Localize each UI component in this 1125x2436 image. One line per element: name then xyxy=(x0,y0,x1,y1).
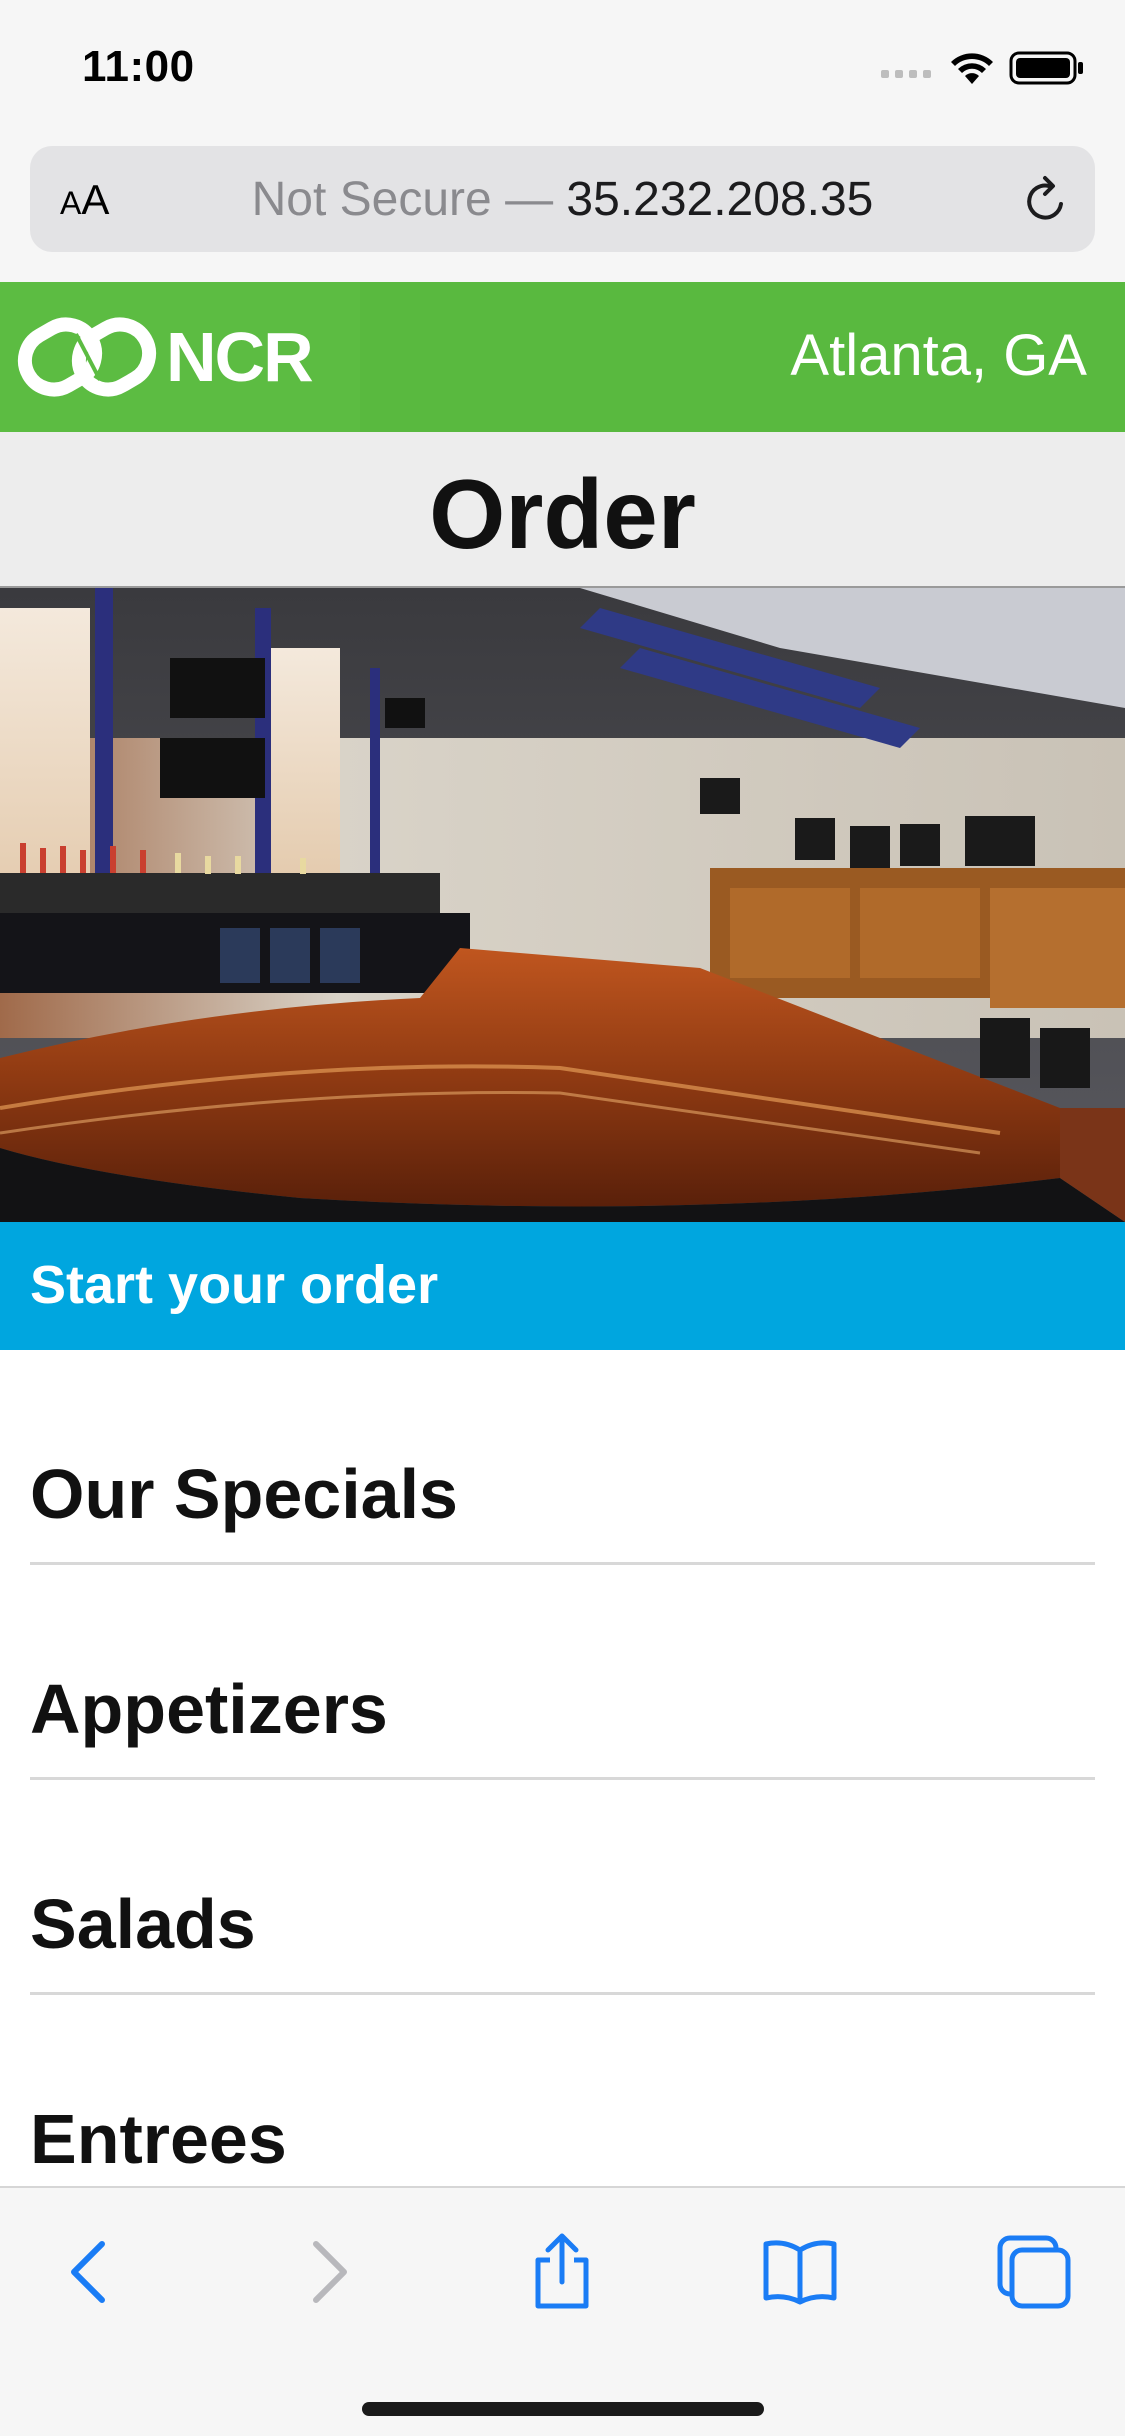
restaurant-bar-illustration xyxy=(0,588,1125,1222)
site-header: NCR Atlanta, GA xyxy=(0,282,1125,432)
browser-toolbar xyxy=(0,2186,1125,2436)
menu-category-appetizers[interactable]: Appetizers xyxy=(30,1565,1095,1780)
start-order-banner[interactable]: Start your order xyxy=(0,1222,1125,1350)
wifi-icon xyxy=(951,53,993,84)
menu-category-label: Appetizers xyxy=(30,1670,388,1748)
start-order-label: Start your order xyxy=(30,1255,439,1315)
page-title: Order xyxy=(429,459,696,569)
url-display[interactable]: Not Secure — 35.232.208.35 xyxy=(30,172,1095,227)
address-bar[interactable]: AA Not Secure — 35.232.208.35 xyxy=(30,146,1095,252)
not-secure-label: Not Secure — xyxy=(251,173,567,226)
status-time: 11:00 xyxy=(82,42,195,91)
menu-category-entrees[interactable]: Entrees xyxy=(30,1995,1095,2210)
forward-icon[interactable] xyxy=(286,2232,366,2312)
battery-icon xyxy=(1009,51,1083,85)
status-icons xyxy=(879,50,1085,86)
menu-category-label: Our Specials xyxy=(30,1455,458,1533)
title-bar: Order xyxy=(0,432,1125,588)
ncr-logo-text: NCR xyxy=(166,318,314,396)
address-bar-container: AA Not Secure — 35.232.208.35 xyxy=(0,138,1125,282)
ncr-logo[interactable]: NCR xyxy=(0,282,360,432)
menu-category-label: Salads xyxy=(30,1885,256,1963)
browser-page: 11:00 AA Not Secure — 35.232.208.35 NCR … xyxy=(0,0,1125,2436)
location-label[interactable]: Atlanta, GA xyxy=(790,322,1087,389)
hero-image xyxy=(0,588,1125,1222)
reload-icon[interactable] xyxy=(1019,174,1073,228)
bookmarks-icon[interactable] xyxy=(760,2232,840,2312)
menu-category-list: Our Specials Appetizers Salads Entrees xyxy=(30,1350,1095,2210)
back-icon[interactable] xyxy=(52,2232,132,2312)
home-indicator[interactable] xyxy=(362,2402,764,2416)
cellular-signal-icon xyxy=(881,70,931,78)
status-bar: 11:00 xyxy=(0,0,1125,138)
ncr-logo-icon xyxy=(17,317,157,397)
menu-category-our-specials[interactable]: Our Specials xyxy=(30,1350,1095,1565)
menu-category-salads[interactable]: Salads xyxy=(30,1780,1095,1995)
tabs-icon[interactable] xyxy=(994,2232,1074,2312)
url-host: 35.232.208.35 xyxy=(566,173,874,226)
menu-category-label: Entrees xyxy=(30,2100,287,2178)
share-icon[interactable] xyxy=(522,2232,602,2312)
